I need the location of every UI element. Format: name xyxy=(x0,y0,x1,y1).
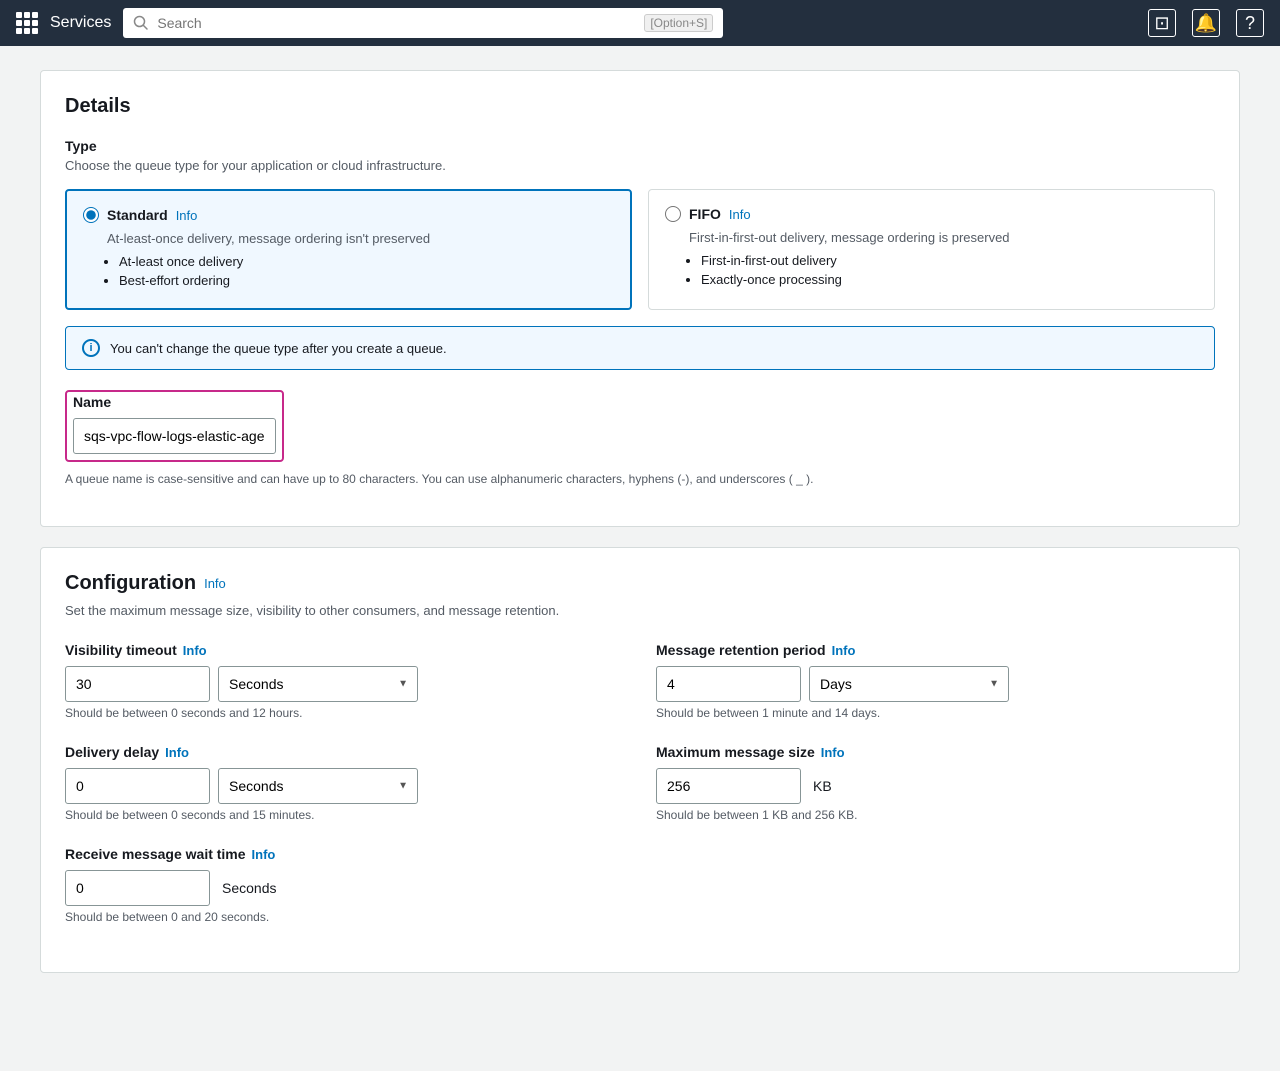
receive-wait-time-unit: Seconds xyxy=(222,880,276,896)
name-hint: A queue name is case-sensitive and can h… xyxy=(65,472,1215,486)
receive-wait-time-hint: Should be between 0 and 20 seconds. xyxy=(65,910,624,924)
message-retention-info[interactable]: Info xyxy=(832,643,856,658)
standard-bullet-1: At-least once delivery xyxy=(119,254,614,269)
max-message-size-unit: KB xyxy=(813,778,832,794)
fifo-radio[interactable] xyxy=(665,206,681,222)
delivery-delay-label: Delivery delay Info xyxy=(65,744,624,760)
queue-type-grid: Standard Info At-least-once delivery, me… xyxy=(65,189,1215,310)
help-icon[interactable]: ? xyxy=(1236,9,1264,37)
terminal-icon[interactable]: ⊡ xyxy=(1148,9,1176,37)
standard-bullet-2: Best-effort ordering xyxy=(119,273,614,288)
info-circle-icon: i xyxy=(82,339,100,357)
max-message-size-input[interactable] xyxy=(656,768,801,804)
delivery-delay-input[interactable] xyxy=(65,768,210,804)
services-label[interactable]: Services xyxy=(50,14,111,32)
nav-icon-group: ⊡ 🔔 ? xyxy=(1148,9,1264,37)
bell-icon[interactable]: 🔔 xyxy=(1192,9,1220,37)
config-description: Set the maximum message size, visibility… xyxy=(65,603,1215,618)
visibility-timeout-unit-wrapper: Seconds Minutes Hours xyxy=(218,666,418,702)
visibility-timeout-input[interactable] xyxy=(65,666,210,702)
standard-name: Standard xyxy=(107,207,168,223)
delivery-delay-unit-wrapper: Seconds Minutes xyxy=(218,768,418,804)
search-shortcut: [Option+S] xyxy=(644,14,713,32)
message-retention-input[interactable] xyxy=(656,666,801,702)
config-grid: Visibility timeout Info Seconds Minutes … xyxy=(65,642,1215,948)
max-message-size-field: Maximum message size Info KB Should be b… xyxy=(656,744,1215,822)
configuration-section: Configuration Info Set the maximum messa… xyxy=(40,547,1240,973)
top-navigation: Services [Option+S] ⊡ 🔔 ? xyxy=(0,0,1280,46)
fifo-queue-card[interactable]: FIFO Info First-in-first-out delivery, m… xyxy=(648,189,1215,310)
fifo-tagline: First-in-first-out delivery, message ord… xyxy=(689,230,1198,245)
visibility-timeout-info[interactable]: Info xyxy=(183,643,207,658)
search-icon xyxy=(133,15,149,31)
config-title: Configuration xyxy=(65,572,196,595)
standard-radio[interactable] xyxy=(83,207,99,223)
name-label: Name xyxy=(73,394,276,410)
receive-wait-time-label: Receive message wait time Info xyxy=(65,846,624,862)
standard-bullets: At-least once delivery Best-effort order… xyxy=(119,254,614,288)
config-left-column: Visibility timeout Info Seconds Minutes … xyxy=(65,642,624,948)
config-right-column: Message retention period Info Minutes Ho… xyxy=(656,642,1215,948)
delivery-delay-info[interactable]: Info xyxy=(165,745,189,760)
fifo-header: FIFO Info xyxy=(665,206,1198,222)
search-input[interactable] xyxy=(157,15,636,31)
type-description: Choose the queue type for your applicati… xyxy=(65,158,1215,173)
receive-wait-time-field: Receive message wait time Info Seconds S… xyxy=(65,846,624,924)
grid-menu-icon[interactable] xyxy=(16,12,38,34)
visibility-timeout-field: Visibility timeout Info Seconds Minutes … xyxy=(65,642,624,720)
details-title: Details xyxy=(65,95,1215,118)
standard-header: Standard Info xyxy=(83,207,614,223)
config-title-row: Configuration Info xyxy=(65,572,1215,595)
max-message-size-label: Maximum message size Info xyxy=(656,744,1215,760)
max-message-size-hint: Should be between 1 KB and 256 KB. xyxy=(656,808,1215,822)
receive-wait-time-info[interactable]: Info xyxy=(252,847,276,862)
queue-name-input[interactable] xyxy=(73,418,276,454)
fifo-bullet-1: First-in-first-out delivery xyxy=(701,253,1198,268)
delivery-delay-unit-select[interactable]: Seconds Minutes xyxy=(218,768,418,804)
delivery-delay-hint: Should be between 0 seconds and 15 minut… xyxy=(65,808,624,822)
message-retention-unit-select[interactable]: Minutes Hours Days xyxy=(809,666,1009,702)
delivery-delay-input-row: Seconds Minutes xyxy=(65,768,624,804)
fifo-bullets: First-in-first-out delivery Exactly-once… xyxy=(701,253,1198,287)
standard-queue-card[interactable]: Standard Info At-least-once delivery, me… xyxy=(65,189,632,310)
message-retention-input-row: Minutes Hours Days xyxy=(656,666,1215,702)
visibility-timeout-label: Visibility timeout Info xyxy=(65,642,624,658)
visibility-timeout-unit-select[interactable]: Seconds Minutes Hours xyxy=(218,666,418,702)
max-message-size-info[interactable]: Info xyxy=(821,745,845,760)
queue-type-warning: You can't change the queue type after yo… xyxy=(110,341,447,356)
queue-type-info-banner: i You can't change the queue type after … xyxy=(65,326,1215,370)
fifo-bullet-2: Exactly-once processing xyxy=(701,272,1198,287)
visibility-timeout-input-row: Seconds Minutes Hours xyxy=(65,666,624,702)
receive-wait-time-input-row: Seconds xyxy=(65,870,624,906)
delivery-delay-field: Delivery delay Info Seconds Minutes Shou… xyxy=(65,744,624,822)
fifo-info-link[interactable]: Info xyxy=(729,207,751,222)
type-field-group: Type Choose the queue type for your appl… xyxy=(65,138,1215,370)
message-retention-label: Message retention period Info xyxy=(656,642,1215,658)
visibility-timeout-hint: Should be between 0 seconds and 12 hours… xyxy=(65,706,624,720)
max-message-size-input-row: KB xyxy=(656,768,1215,804)
search-bar: [Option+S] xyxy=(123,8,723,38)
name-field-group: Name A queue name is case-sensitive and … xyxy=(65,390,1215,486)
config-info-link[interactable]: Info xyxy=(204,576,226,591)
main-content: Details Type Choose the queue type for y… xyxy=(20,46,1260,1017)
message-retention-hint: Should be between 1 minute and 14 days. xyxy=(656,706,1215,720)
name-label-wrapper: Name xyxy=(65,390,284,462)
standard-tagline: At-least-once delivery, message ordering… xyxy=(107,231,614,246)
standard-info-link[interactable]: Info xyxy=(176,208,198,223)
type-label: Type xyxy=(65,138,1215,154)
message-retention-field: Message retention period Info Minutes Ho… xyxy=(656,642,1215,720)
details-section: Details Type Choose the queue type for y… xyxy=(40,70,1240,527)
message-retention-unit-wrapper: Minutes Hours Days xyxy=(809,666,1009,702)
fifo-name: FIFO xyxy=(689,206,721,222)
receive-wait-time-input[interactable] xyxy=(65,870,210,906)
